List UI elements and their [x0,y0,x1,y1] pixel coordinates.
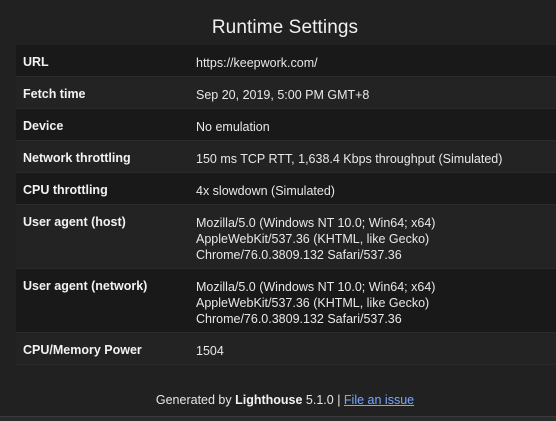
footer-prefix: Generated by [155,393,236,407]
footer-version: 5.1.0 | [302,393,344,407]
lighthouse-brand: Lighthouse [235,393,303,407]
user-agent-line: AppleWebKit/537.36 (KHTML, like Gecko) [196,296,430,310]
row-value: https://keepwork.com/ [196,56,318,70]
row-value: Sep 20, 2019, 5:00 PM GMT+8 [196,88,370,102]
table-row-cpu-throttling: CPU throttling 4x slowdown (Simulated) [16,173,556,205]
table-row-url: URL https://keepwork.com/ [16,45,556,77]
row-label: Device [23,119,64,133]
row-label: User agent (network) [23,279,148,293]
table-row-network-throttling: Network throttling 150 ms TCP RTT, 1,638… [16,141,556,173]
page-title: Runtime Settings [211,17,359,38]
row-label: CPU throttling [23,183,108,197]
row-value: 4x slowdown (Simulated) [196,184,335,198]
row-label: Fetch time [23,87,86,101]
table-row-user-agent-host: User agent (host) Mozilla/5.0 (Windows N… [16,205,556,269]
row-value: 1504 [196,344,224,358]
row-label: URL [23,55,49,69]
row-value: 150 ms TCP RTT, 1,638.4 Kbps throughput … [196,152,503,166]
file-an-issue-link[interactable]: File an issue [344,393,414,407]
row-value: Mozilla/5.0 (Windows NT 10.0; Win64; x64… [196,205,556,268]
user-agent-line: Mozilla/5.0 (Windows NT 10.0; Win64; x64… [196,280,436,294]
runtime-settings-page: Runtime Settings URL https://keepwork.co… [0,0,556,421]
user-agent-line: Chrome/76.0.3809.132 Safari/537.36 [196,312,402,326]
table-row-user-agent-network: User agent (network) Mozilla/5.0 (Window… [16,269,556,333]
table-row-device: Device No emulation [16,109,556,141]
row-value: No emulation [196,120,270,134]
bottom-divider [0,416,556,421]
report-footer: Generated by Lighthouse 5.1.0 | File an … [0,393,556,407]
user-agent-line: Mozilla/5.0 (Windows NT 10.0; Win64; x64… [196,216,436,230]
row-label: Network throttling [23,151,131,165]
row-label: User agent (host) [23,215,126,229]
user-agent-line: AppleWebKit/537.36 (KHTML, like Gecko) [196,232,430,246]
row-label: CPU/Memory Power [23,343,142,357]
runtime-settings-table: URL https://keepwork.com/ Fetch time Sep… [16,45,556,365]
table-row-cpu-memory-power: CPU/Memory Power 1504 [16,333,556,365]
row-value: Mozilla/5.0 (Windows NT 10.0; Win64; x64… [196,269,556,332]
table-row-fetch-time: Fetch time Sep 20, 2019, 5:00 PM GMT+8 [16,77,556,109]
user-agent-line: Chrome/76.0.3809.132 Safari/537.36 [196,248,402,262]
